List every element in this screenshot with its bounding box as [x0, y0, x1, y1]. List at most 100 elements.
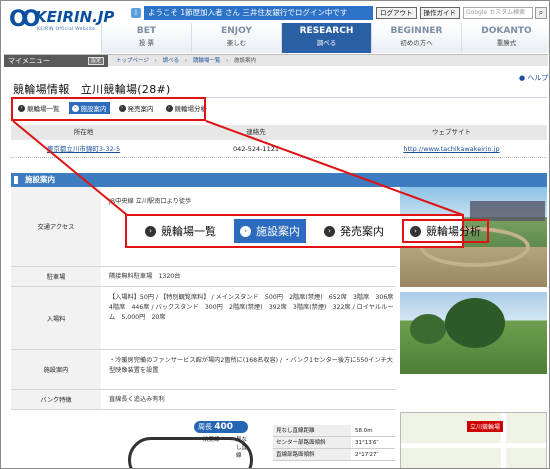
stat-row: 見なし直線距離 58.0m — [273, 425, 395, 437]
row-label: 入場料 — [11, 287, 101, 349]
access-map[interactable]: 立川競輪場 — [400, 412, 547, 468]
nav-tab-dokanto[interactable]: DOKANTO 重勝式 — [461, 23, 549, 53]
row-value: 【入場料】50円 / 【特別観覧席料】 / メインスタンド 500円 2階席(禁… — [109, 294, 400, 321]
map-road — [401, 443, 546, 448]
info-row: 施設案内 ・冷暖房完備のファンサービス館が場内2箇所に(168名収容) / ・バ… — [11, 350, 396, 390]
row-value: ・冷暖房完備のファンサービス館が場内2箇所に(168名収容) / ・バンク1セン… — [109, 357, 393, 374]
straight-line-label: 見なし直線 — [236, 437, 248, 459]
nav-tab-jp-label: 投 票 — [138, 39, 155, 47]
info-row: 駐車場 隣接無料駐車場 1320台 — [11, 267, 396, 287]
perimeter-badge: 周長 400 m — [194, 421, 248, 444]
section-bullet — [14, 176, 18, 184]
highlight-box-subtabs — [11, 97, 206, 121]
column-header: ウェブサイト — [432, 128, 471, 136]
nav-tab-beginner[interactable]: BEGINNER 初めの方へ — [371, 23, 461, 53]
nav-tab-en-label: BET — [136, 26, 157, 36]
mymenu-label: マイメニュー — [8, 57, 50, 65]
nav-tab-jp-label: 楽しむ — [226, 39, 247, 47]
stat-key: 直線部路面傾斜 — [273, 449, 351, 460]
nav-tab-en-label: DOKANTO — [481, 26, 532, 36]
logo-tagline: KEIRIN Official Website — [37, 27, 96, 32]
page-title: 競輪場情報 立川競輪場(28#) — [13, 83, 171, 96]
zoom-subtab-analysis[interactable]: › 競輪場分析 — [402, 219, 489, 243]
address-link[interactable]: 東京都立川市錦町3-32-5 — [47, 145, 120, 153]
search-input[interactable]: Google カスタム検索 — [463, 7, 533, 19]
perimeter-label: 周長 — [198, 423, 212, 431]
goal-line-label: 決勝線 — [203, 437, 220, 443]
zoom-subtab-label: 競輪場一覧 — [161, 225, 216, 238]
zoom-subtab-list[interactable]: › 競輪場一覧 — [139, 219, 222, 243]
info-row: バンク特徴 直線長く追込み有利 — [11, 390, 396, 410]
breadcrumb-item[interactable]: 競輪場一覧 — [193, 58, 221, 64]
row-value: JR中央線 立川駅南口より徒歩 — [109, 198, 192, 205]
zoom-subtab-label: 競輪場分析 — [426, 225, 481, 238]
mymenu-settings-button[interactable]: 設定 — [87, 57, 104, 65]
breadcrumb-current: 施設案内 — [234, 58, 257, 64]
stat-key: 見なし直線距離 — [273, 425, 351, 436]
row-label: 施設案内 — [11, 350, 101, 389]
nav-tab-jp-label: 重勝式 — [496, 39, 517, 47]
breadcrumb-separator: › — [226, 58, 229, 64]
row-value: 隣接無料駐車場 1320台 — [109, 273, 181, 280]
welcome-text: ようこそ 1節歴加入者 さん 三井住友銀行でログイン中です — [144, 6, 373, 20]
map-label: 立川競輪場 — [467, 421, 504, 432]
zoom-subtab-sales[interactable]: › 発売案内 — [318, 219, 390, 243]
breadcrumb-item[interactable]: トップページ — [116, 58, 149, 64]
zoomed-subtabs: › 競輪場一覧 › 施設案内 › 発売案内 › 競輪場分析 — [125, 214, 489, 248]
logo-rings-icon: OO — [9, 7, 41, 32]
stat-row: 直線部路面傾斜 2°17′27″ — [273, 449, 395, 461]
stat-value: 58.0m — [355, 428, 373, 434]
breadcrumb-separator: › — [154, 58, 157, 64]
browser-frame: OO KEIRIN.JP KEIRIN Official Website i よ… — [0, 0, 550, 469]
arrow-right-icon: › — [240, 225, 251, 237]
table-header: 所在地 連絡先 ウェブサイト — [11, 125, 547, 140]
stat-row: センター部路面傾斜 31°13′6″ — [273, 437, 395, 449]
row-label: 交通アクセス — [11, 187, 101, 266]
park-photo — [400, 292, 547, 374]
info-row: 入場料 【入場料】50円 / 【特別観覧席料】 / メインスタンド 500円 2… — [11, 287, 400, 350]
nav-tab-bet[interactable]: BET 投 票 — [101, 23, 191, 53]
website-link[interactable]: http://www.tachikawakeirin.jp — [403, 145, 499, 153]
bank-stats: 見なし直線距離 58.0m センター部路面傾斜 31°13′6″ 直線部路面傾斜 2°… — [273, 425, 395, 461]
stat-value: 31°13′6″ — [355, 440, 379, 446]
logout-button[interactable]: ログアウト — [376, 7, 417, 19]
guide-button[interactable]: 操作ガイド — [419, 7, 460, 19]
breadcrumb: トップページ › 調べる › 競輪場一覧 › 施設案内 — [116, 55, 260, 67]
zoom-subtab-label: 発売案内 — [340, 225, 384, 238]
breadcrumb-item[interactable]: 調べる — [163, 58, 180, 64]
tree-shape — [410, 314, 446, 344]
arrow-right-icon: › — [324, 225, 335, 237]
row-label: バンク特徴 — [11, 390, 101, 409]
column-header: 所在地 — [73, 128, 94, 136]
nav-tab-en-label: BEGINNER — [390, 26, 443, 36]
nav-tab-jp-label: 調べる — [316, 39, 337, 47]
row-label: 駐車場 — [11, 267, 101, 286]
search-icon[interactable]: ⌕ — [535, 7, 547, 19]
grandstand-shape — [470, 201, 545, 221]
help-label: ヘルプ — [527, 74, 549, 82]
nav-tab-enjoy[interactable]: ENJOY 楽しむ — [191, 23, 281, 53]
zoom-subtab-facilities[interactable]: › 施設案内 — [234, 219, 306, 243]
nav-tab-jp-label: 初めの方へ — [400, 39, 433, 47]
nav-tab-en-label: ENJOY — [221, 26, 252, 36]
course-diagram: 周長 400 m 決勝線 見なし直線 — [118, 421, 253, 468]
phone-number: 042-524-1121 — [232, 145, 280, 153]
stat-key: センター部路面傾斜 — [273, 437, 351, 448]
arrow-right-icon: › — [145, 225, 156, 237]
mymenu-toggle[interactable]: マイメニュー 設定 — [4, 55, 108, 67]
table-row: 東京都立川市錦町3-32-5 042-524-1121 http://www.t… — [11, 140, 547, 158]
breadcrumb-separator: › — [184, 58, 188, 64]
info-icon: i — [131, 8, 141, 18]
sub-bar: マイメニュー 設定 トップページ › 調べる › 競輪場一覧 › 施設案内 — [4, 54, 548, 67]
nav-tab-en-label: RESEARCH — [299, 26, 354, 36]
zoom-subtab-label: 施設案内 — [256, 225, 300, 238]
top-bar: i ようこそ 1節歴加入者 さん 三井住友銀行でログイン中です ログアウト 操作… — [131, 6, 547, 20]
stat-value: 2°17′27″ — [355, 452, 379, 458]
column-header: 連絡先 — [246, 128, 266, 136]
section-title: 施設案内 — [25, 175, 55, 184]
help-link[interactable]: ● ヘルプ — [519, 73, 548, 83]
arrow-right-icon: › — [410, 225, 421, 237]
nav-tab-research[interactable]: RESEARCH 調べる — [281, 23, 371, 53]
main-nav: BET 投 票 ENJOY 楽しむ RESEARCH 調べる BEGINNER 初めの方… — [101, 23, 549, 53]
row-value: 直線長く追込み有利 — [109, 396, 165, 403]
